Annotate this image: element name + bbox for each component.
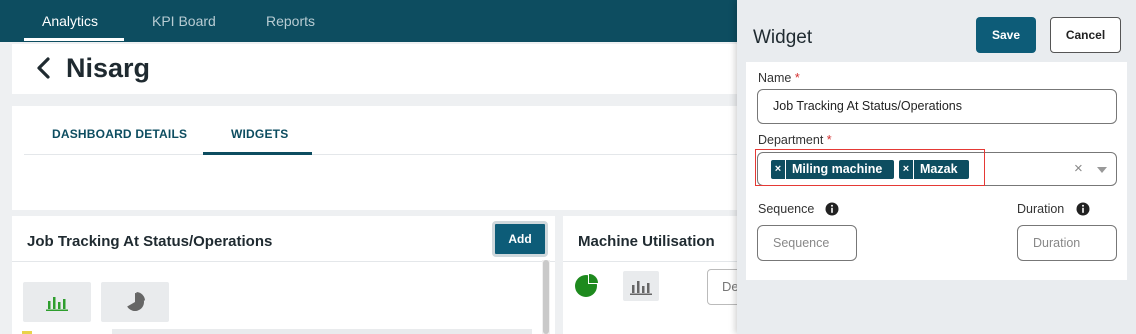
widget-divider xyxy=(563,261,753,262)
widget-card-machine-utilisation: Machine Utilisation De xyxy=(563,216,767,334)
name-label: Name * xyxy=(758,71,800,85)
pie-chart-icon xyxy=(575,273,599,297)
pie-chart-button[interactable] xyxy=(101,282,169,322)
sequence-input[interactable]: Sequence xyxy=(757,225,857,261)
duration-placeholder: Duration xyxy=(1033,236,1081,250)
scrollbar-thumb[interactable] xyxy=(543,260,549,334)
bar-chart-icon xyxy=(46,297,68,311)
widget-title: Job Tracking At Status/Operations xyxy=(27,233,273,250)
highlight-box xyxy=(755,149,985,186)
department-label-text: Department xyxy=(758,133,824,147)
tab-kpi-board[interactable]: KPI Board xyxy=(152,0,216,42)
widget-form: Name * Job Tracking At Status/Operations… xyxy=(746,62,1127,280)
widget-panel: Widget Save Cancel Name * Job Tracking A… xyxy=(737,0,1136,334)
duration-label: Duration xyxy=(1017,202,1065,216)
tabs-divider xyxy=(24,154,752,155)
chevron-down-icon[interactable] xyxy=(1097,167,1107,173)
panel-title: Widget xyxy=(753,27,813,48)
info-icon[interactable] xyxy=(825,202,839,216)
widget-divider xyxy=(12,261,555,262)
sub-tabs-card: DASHBOARD DETAILS WIDGETS xyxy=(12,106,752,210)
page-header: Nisarg xyxy=(12,44,752,94)
sequence-placeholder: Sequence xyxy=(773,236,830,250)
widget-scrollbar[interactable] xyxy=(542,260,550,334)
sequence-label: Sequence xyxy=(758,202,815,216)
bar-chart-button[interactable] xyxy=(23,282,91,322)
chart-area xyxy=(112,329,532,334)
duration-input[interactable]: Duration xyxy=(1017,225,1117,261)
chevron-left-icon[interactable] xyxy=(32,54,56,82)
name-input[interactable]: Job Tracking At Status/Operations xyxy=(757,89,1117,124)
page-title: Nisarg xyxy=(66,53,151,83)
required-mark: * xyxy=(826,133,832,147)
active-tab-underline xyxy=(24,38,124,41)
info-icon[interactable] xyxy=(1076,202,1090,216)
pie-chart-button[interactable] xyxy=(573,271,609,301)
clear-icon[interactable]: × xyxy=(1074,160,1083,177)
save-button[interactable]: Save xyxy=(976,17,1036,53)
cancel-button[interactable]: Cancel xyxy=(1050,17,1121,53)
pie-chart-icon xyxy=(127,292,145,311)
widget-title: Machine Utilisation xyxy=(578,233,715,250)
bar-chart-icon xyxy=(630,281,652,295)
tab-reports[interactable]: Reports xyxy=(266,0,315,42)
name-label-text: Name xyxy=(758,71,792,85)
required-mark: * xyxy=(794,71,800,85)
tab-analytics[interactable]: Analytics xyxy=(42,0,98,42)
add-button[interactable]: Add xyxy=(492,221,548,257)
tab-dashboard-details[interactable]: DASHBOARD DETAILS xyxy=(52,127,187,141)
bar-chart-button[interactable] xyxy=(623,271,659,301)
department-label: Department * xyxy=(758,133,832,147)
widget-card-job-tracking: Job Tracking At Status/Operations Add xyxy=(12,216,555,334)
tab-widgets[interactable]: WIDGETS xyxy=(231,127,288,141)
name-input-value: Job Tracking At Status/Operations xyxy=(773,99,962,113)
active-subtab-underline xyxy=(203,152,312,155)
